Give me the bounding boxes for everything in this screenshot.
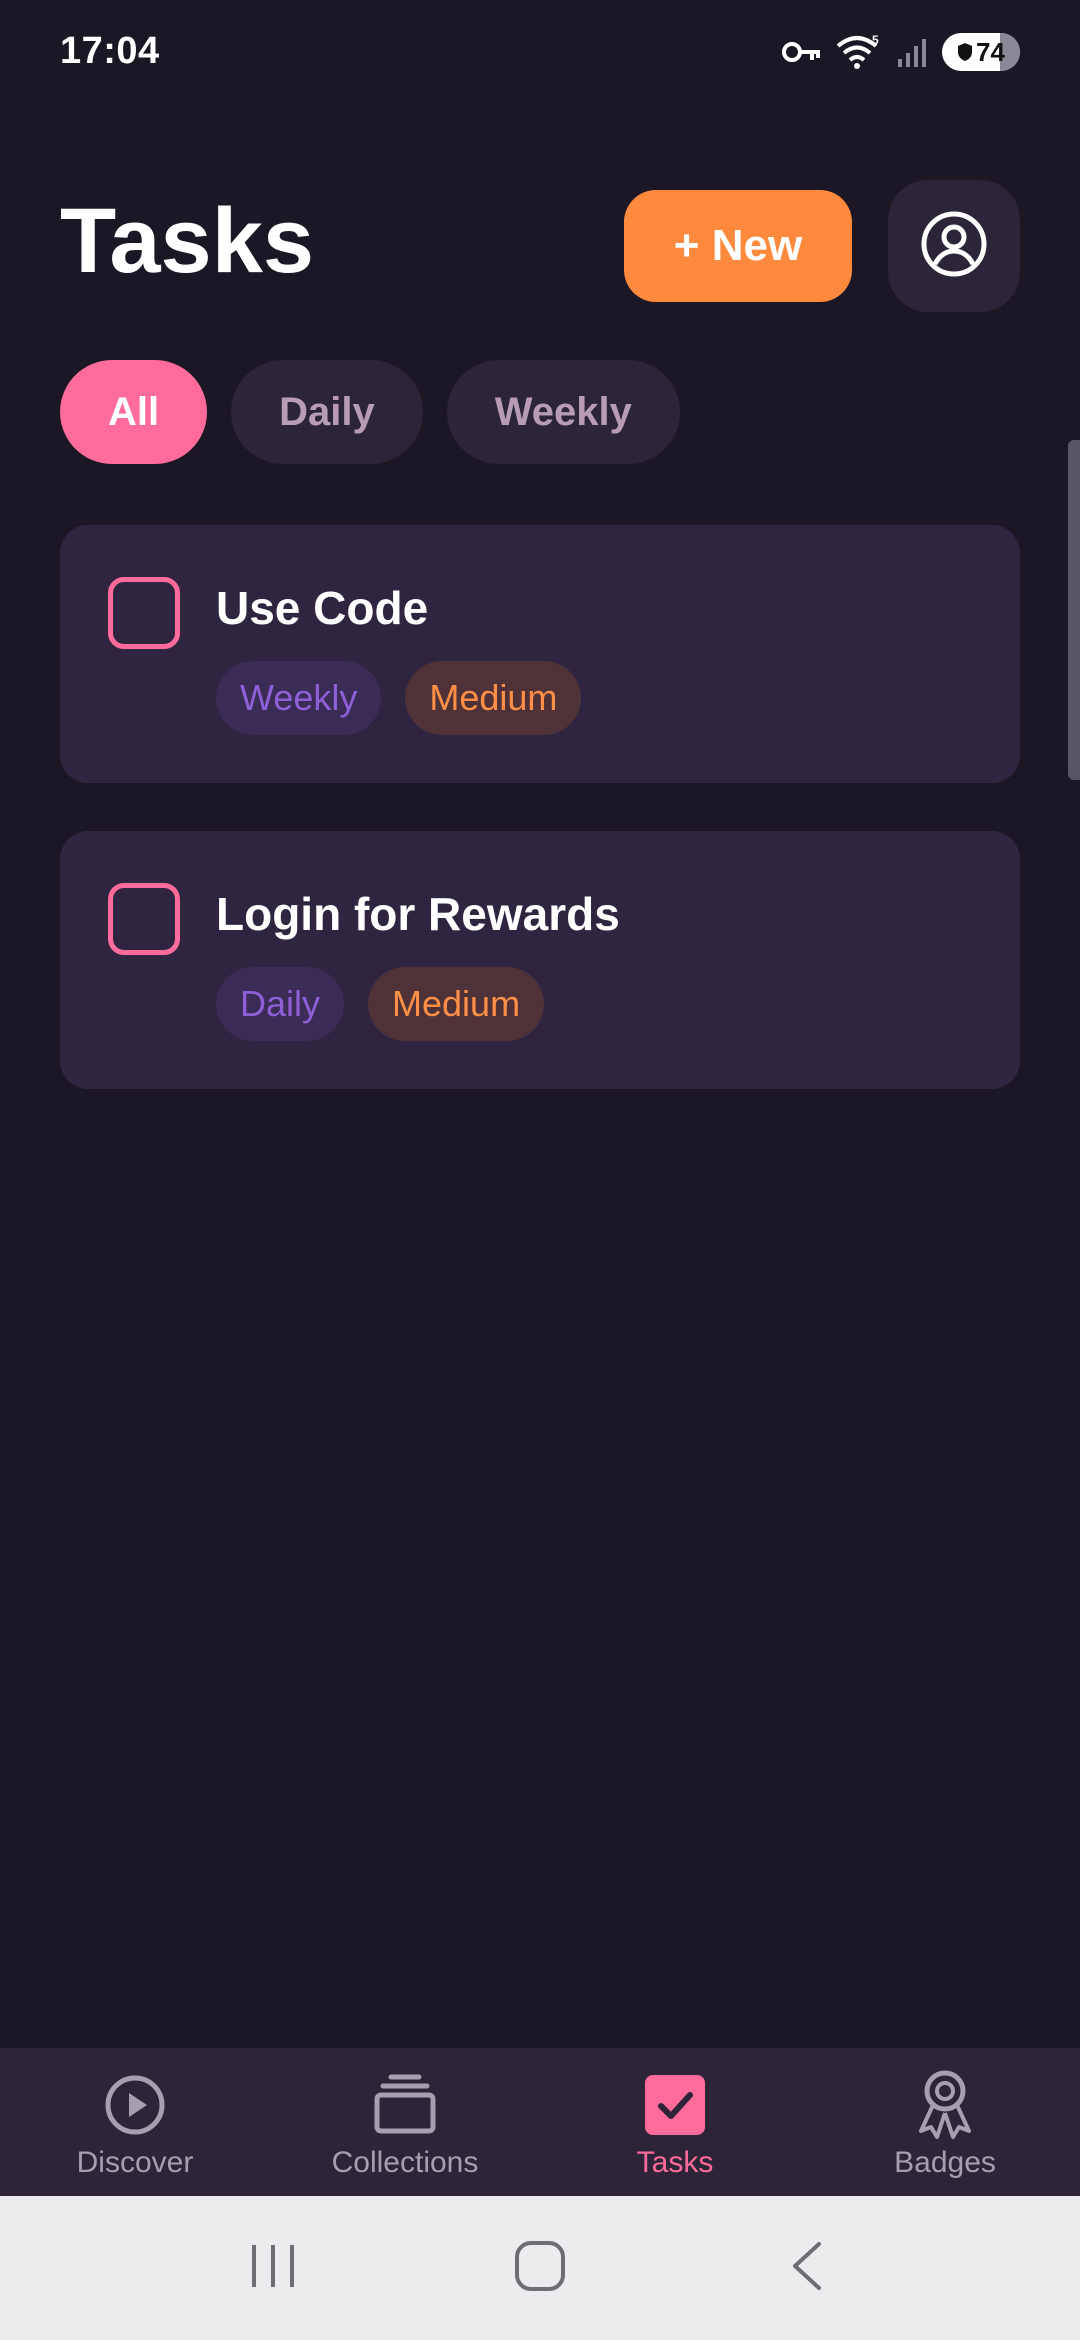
filter-chip-daily[interactable]: Daily bbox=[231, 360, 423, 464]
battery-level: 74 bbox=[976, 36, 1005, 67]
new-task-button[interactable]: + New bbox=[624, 190, 852, 302]
task-title: Login for Rewards bbox=[216, 888, 620, 940]
filter-chip-weekly[interactable]: Weekly bbox=[446, 360, 680, 464]
task-tags: Weekly Medium bbox=[216, 661, 582, 735]
page-title: Tasks bbox=[60, 190, 315, 292]
task-card[interactable]: Login for Rewards Daily Medium bbox=[60, 831, 1020, 1089]
back-icon bbox=[787, 2240, 827, 2297]
task-title: Use Code bbox=[216, 582, 429, 634]
bottom-nav: Discover Collections Tasks Badges bbox=[0, 2048, 1080, 2196]
task-checkbox[interactable] bbox=[108, 577, 180, 649]
signal-icon bbox=[896, 37, 928, 67]
difficulty-tag: Medium bbox=[405, 661, 582, 735]
nav-item-collections[interactable]: Collections bbox=[270, 2048, 540, 2196]
system-nav-bar bbox=[0, 2196, 1080, 2340]
home-icon bbox=[514, 2240, 566, 2297]
account-circle-icon bbox=[920, 210, 988, 283]
task-checkbox[interactable] bbox=[108, 883, 180, 955]
nav-label: Badges bbox=[894, 2146, 996, 2179]
collections-icon bbox=[372, 2072, 438, 2138]
tasks-screen: 17:04 5 74 Tasks + New All Daily Weekly … bbox=[0, 0, 1080, 2340]
filter-chip-all[interactable]: All bbox=[60, 360, 208, 464]
badge-icon bbox=[912, 2070, 978, 2139]
svg-text:5: 5 bbox=[872, 34, 879, 47]
profile-button[interactable] bbox=[888, 180, 1020, 312]
recents-icon bbox=[248, 2241, 298, 2296]
nav-item-badges[interactable]: Badges bbox=[810, 2048, 1080, 2196]
play-circle-icon bbox=[102, 2072, 168, 2138]
checkbox-icon bbox=[642, 2072, 708, 2138]
frequency-tag: Weekly bbox=[216, 661, 382, 735]
home-button[interactable] bbox=[495, 2223, 585, 2313]
nav-item-discover[interactable]: Discover bbox=[0, 2048, 270, 2196]
battery-icon: 74 bbox=[942, 33, 1020, 71]
vpn-key-icon bbox=[782, 38, 822, 66]
task-card[interactable]: Use Code Weekly Medium bbox=[60, 525, 1020, 783]
nav-label: Tasks bbox=[636, 2146, 714, 2179]
task-tags: Daily Medium bbox=[216, 967, 545, 1041]
back-button[interactable] bbox=[762, 2223, 852, 2313]
nav-label: Collections bbox=[331, 2146, 479, 2179]
filter-chips: All Daily Weekly bbox=[60, 360, 680, 464]
wifi-icon: 5 bbox=[836, 34, 882, 70]
nav-label: Discover bbox=[76, 2146, 194, 2179]
status-time: 17:04 bbox=[60, 30, 160, 72]
status-icons: 5 74 bbox=[782, 30, 1020, 74]
frequency-tag: Daily bbox=[216, 967, 345, 1041]
difficulty-tag: Medium bbox=[368, 967, 545, 1041]
recents-button[interactable] bbox=[228, 2223, 318, 2313]
status-bar: 17:04 5 74 bbox=[0, 0, 1080, 110]
scrollbar[interactable] bbox=[1068, 440, 1080, 780]
nav-item-tasks[interactable]: Tasks bbox=[540, 2048, 810, 2196]
